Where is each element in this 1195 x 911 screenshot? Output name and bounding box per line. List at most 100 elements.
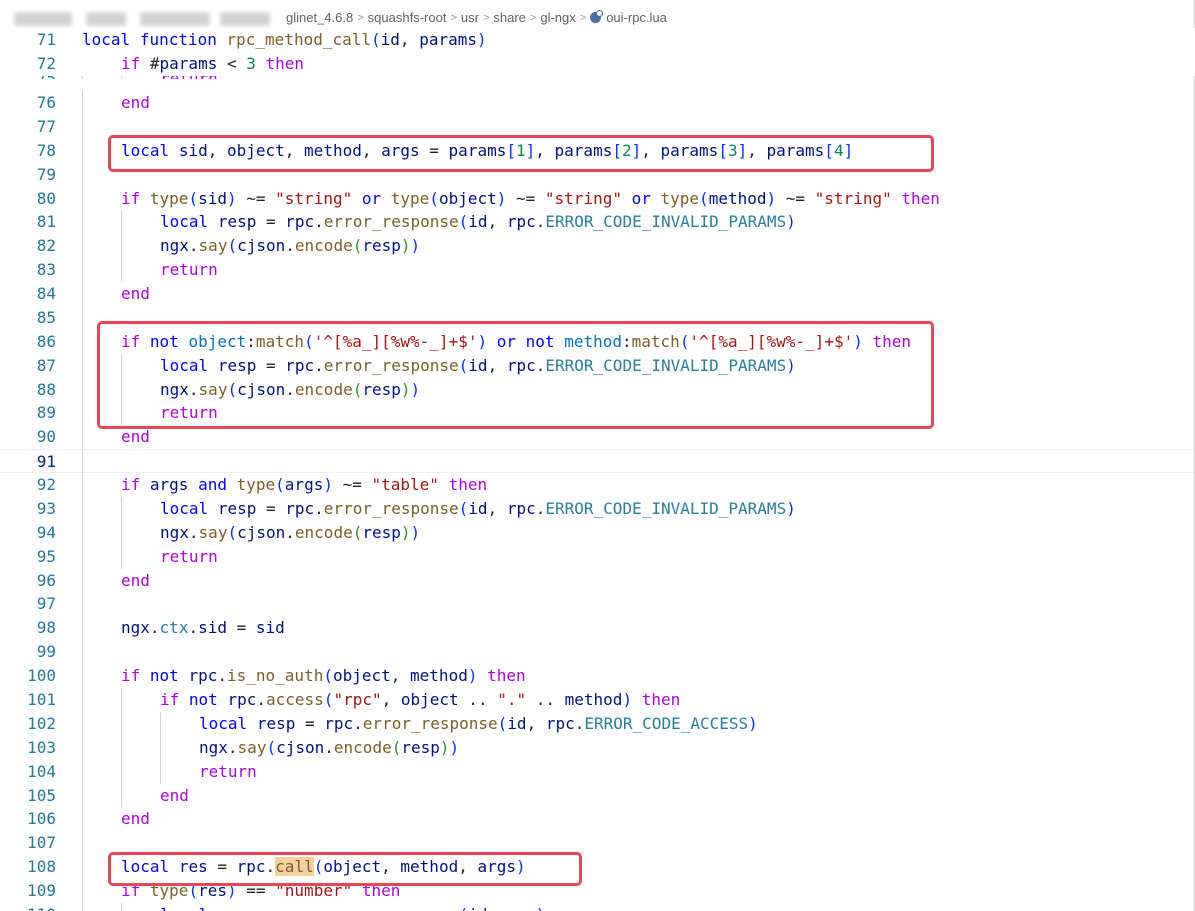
breadcrumb-item[interactable]: usr: [461, 10, 479, 25]
code-token: if: [121, 331, 141, 351]
breadcrumb-item[interactable]: squashfs-root: [368, 10, 447, 25]
code-token: say: [198, 236, 228, 256]
code-token: (: [699, 188, 709, 208]
code-token: ): [449, 737, 460, 757]
line-code: local resp = rpc.error_response(id, rpc.…: [199, 712, 758, 736]
code-token: "string": [814, 188, 892, 208]
code-token: ): [400, 236, 411, 256]
code-line[interactable]: 110 local resp = rpc.error_response(id, r…: [0, 902, 1195, 911]
code-line[interactable]: 107: [0, 831, 1195, 856]
code-line[interactable]: 92 if args and type(args) ~= "table" then: [0, 473, 1195, 498]
code-line[interactable]: 87 local resp = rpc.error_response(id, rp…: [0, 353, 1195, 378]
code-token: rpc: [227, 690, 257, 709]
code-line[interactable]: 94 ngx.say(cjson.encode(resp)): [0, 520, 1195, 545]
code-line[interactable]: 99: [0, 640, 1195, 665]
code-line[interactable]: 105 end: [0, 783, 1195, 808]
code-line[interactable]: 97: [0, 592, 1195, 617]
breadcrumb-item[interactable]: gl-ngx: [540, 10, 575, 25]
code-token: (: [313, 857, 324, 877]
code-line[interactable]: 79: [0, 162, 1195, 187]
code-token: args: [477, 857, 516, 877]
code-token: say: [198, 522, 228, 542]
code-token: 3: [246, 54, 256, 73]
code-line[interactable]: 76 end: [0, 91, 1195, 115]
code-token: (: [266, 737, 277, 757]
code-line[interactable]: 96 end: [0, 568, 1195, 593]
code-line[interactable]: 85: [0, 305, 1195, 330]
code-token: error_response: [323, 212, 459, 232]
code-punctuation: =: [419, 140, 449, 160]
code-punctuation: .: [314, 212, 324, 232]
indent-guide: [82, 664, 83, 689]
line-number: 81: [36, 212, 56, 232]
code-punctuation: ,: [361, 140, 382, 160]
code-punctuation: [555, 332, 565, 351]
code-line[interactable]: 80 if type(sid) ~= "string" or type(objec…: [0, 186, 1195, 211]
code-line[interactable]: 93 local resp = rpc.error_response(id, rp…: [0, 496, 1195, 521]
indent-guide: [121, 401, 122, 426]
code-token: (: [188, 881, 199, 901]
code-punctuation: [130, 30, 140, 49]
code-token: (: [679, 331, 690, 351]
code-punctuation: [169, 141, 179, 160]
code-token: or: [361, 188, 382, 208]
code-token: ): [766, 188, 777, 208]
line-number: 96: [36, 570, 56, 590]
code-token: end: [160, 785, 189, 805]
breadcrumb-item[interactable]: share: [493, 10, 526, 25]
sticky-code-line[interactable]: 71 local function rpc_method_call(id, par…: [0, 28, 1195, 52]
code-line[interactable]: 98 ngx.ctx.sid = sid: [0, 616, 1195, 641]
code-punctuation: :: [246, 331, 256, 351]
code-line[interactable]: 82 ngx.say(cjson.encode(resp)): [0, 234, 1195, 259]
code-line[interactable]: 106 end: [0, 807, 1195, 832]
code-line[interactable]: 91: [0, 449, 1195, 475]
code-line[interactable]: 109 if type(res) == "number" then: [0, 879, 1195, 904]
breadcrumb-file[interactable]: oui-rpc.lua: [606, 10, 667, 25]
code-line[interactable]: 78 local sid, object, method, args = para…: [0, 138, 1195, 163]
code-punctuation: [208, 905, 218, 911]
code-token: match: [631, 331, 680, 351]
code-punctuation: .: [188, 379, 199, 399]
indent-guide: [82, 640, 83, 665]
code-line[interactable]: 84 end: [0, 282, 1195, 307]
indent-guide: [82, 807, 83, 832]
line-number: 86: [36, 331, 56, 351]
code-line[interactable]: 81 local resp = rpc.error_response(id, rp…: [0, 210, 1195, 235]
code-line[interactable]: 86 if not object:match('^[%a_][%w%-_]+$')…: [0, 329, 1195, 354]
code-token: error_response: [323, 355, 459, 375]
code-line[interactable]: 102 local resp = rpc.error_response(id, r…: [0, 711, 1195, 736]
code-token: ".": [497, 690, 527, 709]
sticky-code-line[interactable]: 72 if #params < 3 then: [0, 52, 1195, 76]
line-code: return: [160, 401, 218, 425]
code-punctuation: [487, 332, 497, 351]
line-number: 101: [27, 690, 56, 709]
code-line[interactable]: 90 end: [0, 425, 1195, 450]
code-token: (: [458, 498, 469, 518]
code-line[interactable]: 108 local res = rpc.call(object, method, …: [0, 855, 1195, 880]
code-line[interactable]: 104 return: [0, 759, 1195, 784]
code-token: object: [188, 331, 247, 351]
code-punctuation: [352, 189, 362, 208]
line-number: 76: [36, 93, 56, 112]
breadcrumb-item[interactable]: glinet_4.6.8: [286, 10, 353, 25]
code-line[interactable]: 88 ngx.say(cjson.encode(resp)): [0, 377, 1195, 402]
code-line[interactable]: 95 return: [0, 544, 1195, 569]
indent-guide: [82, 114, 83, 139]
indent-guide: [160, 759, 161, 784]
code-punctuation: .: [285, 522, 295, 542]
code-editor[interactable]: 71 local function rpc_method_call(id, par…: [0, 28, 1195, 911]
code-token: encode: [294, 236, 353, 256]
code-line[interactable]: 89 return: [0, 401, 1195, 426]
code-line[interactable]: 101 if not rpc.access("rpc", object .. ".…: [0, 688, 1195, 712]
code-line[interactable]: 83 return: [0, 258, 1195, 283]
indent-guide: [82, 329, 83, 354]
code-line[interactable]: 100 if not rpc.is_no_auth(object, method)…: [0, 664, 1195, 689]
code-token: method: [564, 331, 622, 351]
code-line[interactable]: 103 ngx.say(cjson.encode(resp)): [0, 735, 1195, 760]
indent-guide: [82, 902, 83, 911]
code-token: local: [199, 713, 248, 733]
indent-guide: [121, 711, 122, 736]
code-token: cjson: [237, 236, 286, 256]
indent-guide: [121, 902, 122, 911]
code-line[interactable]: 77: [0, 114, 1195, 139]
